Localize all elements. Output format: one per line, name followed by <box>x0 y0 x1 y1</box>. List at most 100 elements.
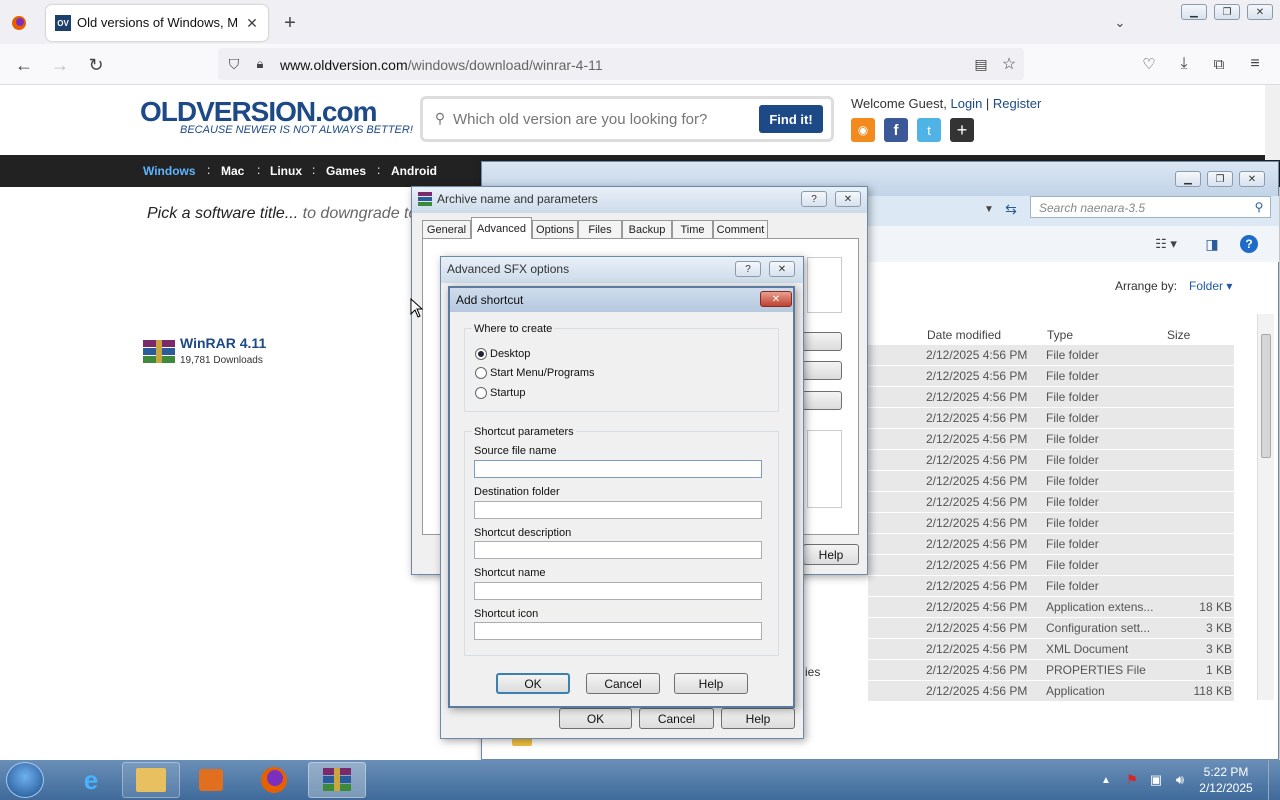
show-desktop-button[interactable] <box>1268 760 1280 800</box>
radio-desktop[interactable] <box>475 348 487 360</box>
new-tab-icon[interactable]: + <box>278 11 302 35</box>
file-row[interactable]: 2/12/2025 4:56 PM File folder <box>868 450 1234 470</box>
sfx-close-icon[interactable]: ✕ <box>769 261 795 277</box>
back-icon[interactable]: ← <box>12 53 36 77</box>
radio-desktop-label[interactable]: Desktop <box>490 348 530 360</box>
file-row[interactable]: 2/12/2025 4:56 PM Application extens... 18… <box>868 597 1234 617</box>
file-row[interactable]: 2/12/2025 4:56 PM File folder <box>868 408 1234 428</box>
sfx-help-icon[interactable]: ? <box>735 261 761 277</box>
file-row[interactable]: 2/12/2025 4:56 PM File folder <box>868 366 1234 386</box>
nav-windows[interactable]: Windows <box>143 164 196 178</box>
sfx-help-button[interactable]: Help <box>721 708 795 729</box>
close-window-icon[interactable]: ✕ <box>1247 4 1273 20</box>
file-row[interactable]: 2/12/2025 4:56 PM File folder <box>868 576 1234 596</box>
archive-button-3[interactable] <box>802 391 842 410</box>
shortcut-name-input[interactable] <box>474 582 762 600</box>
volume-icon[interactable]: 🔊︎ <box>1170 771 1190 789</box>
shortcut-help-button[interactable]: Help <box>674 673 748 694</box>
tab-time[interactable]: Time <box>672 220 713 239</box>
radio-start-menu-label[interactable]: Start Menu/Programs <box>490 367 595 379</box>
login-link[interactable]: Login <box>950 96 982 111</box>
archive-help-button[interactable]: Help <box>803 544 859 565</box>
clock[interactable]: 5:22 PM 2/12/2025 <box>1196 765 1256 795</box>
file-row[interactable]: 2/12/2025 4:56 PM File folder <box>868 555 1234 575</box>
show-hidden-icons-icon[interactable]: ▲ <box>1098 772 1114 788</box>
file-row[interactable]: 2/12/2025 4:56 PM PROPERTIES File 1 KB <box>868 660 1234 680</box>
sfx-ok-button[interactable]: OK <box>559 708 632 729</box>
shortcut-cancel-button[interactable]: Cancel <box>586 673 660 694</box>
close-tab-icon[interactable]: ✕ <box>242 13 262 33</box>
app-title-link[interactable]: WinRAR 4.11 <box>180 335 266 351</box>
register-link[interactable]: Register <box>993 96 1041 111</box>
radio-startup[interactable] <box>475 387 487 399</box>
sfx-cancel-button[interactable]: Cancel <box>639 708 714 729</box>
refresh-icon[interactable]: ⇆ <box>1000 198 1022 220</box>
reader-view-icon[interactable]: ▤ <box>970 54 992 74</box>
pocket-icon[interactable]: ♡ <box>1138 53 1160 75</box>
file-row[interactable]: 2/12/2025 4:56 PM File folder <box>868 429 1234 449</box>
tab-general[interactable]: General <box>422 220 471 239</box>
help-icon[interactable]: ? <box>1240 235 1258 253</box>
firefox-menu-icon[interactable] <box>8 12 30 34</box>
file-row[interactable]: 2/12/2025 4:56 PM XML Document 3 KB <box>868 639 1234 659</box>
archive-help-icon[interactable]: ? <box>801 191 827 207</box>
plus-share-icon[interactable]: + <box>950 118 974 142</box>
file-row[interactable]: 2/12/2025 4:56 PM File folder <box>868 471 1234 491</box>
hamburger-menu-icon[interactable]: ≡ <box>1244 53 1266 75</box>
file-row[interactable]: 2/12/2025 4:56 PM Application 118 KB <box>868 681 1234 701</box>
explorer-maximize-icon[interactable]: ❐ <box>1207 171 1233 187</box>
explorer-search-box[interactable]: Search naenara-3.5 ⚲ <box>1030 196 1271 218</box>
explorer-search-icon[interactable]: ⚲ <box>1251 199 1267 215</box>
find-it-button[interactable]: Find it! <box>759 105 823 133</box>
address-dropdown-icon[interactable]: ▼ <box>982 200 996 218</box>
nav-mac[interactable]: Mac <box>221 164 244 178</box>
network-icon[interactable]: ▣ <box>1146 771 1166 789</box>
url-bar[interactable]: ⛉ 🔒︎ www.oldversion.com/windows/download… <box>218 48 1024 80</box>
taskbar-winrar-icon[interactable] <box>308 762 366 798</box>
column-type[interactable]: Type <box>1047 328 1073 342</box>
extensions-icon[interactable]: ⧉ <box>1208 53 1230 75</box>
shortcut-close-icon[interactable]: ✕ <box>760 291 792 307</box>
radio-start-menu[interactable] <box>475 367 487 379</box>
facebook-icon[interactable]: f <box>884 118 908 142</box>
file-row[interactable]: 2/12/2025 4:56 PM File folder <box>868 492 1234 512</box>
file-row[interactable]: 2/12/2025 4:56 PM Configuration sett... 3 … <box>868 618 1234 638</box>
shortcut-ok-button[interactable]: OK <box>496 673 570 694</box>
explorer-scrollbar[interactable] <box>1257 314 1274 700</box>
downloads-icon[interactable]: ⤓ <box>1173 53 1195 75</box>
archive-close-icon[interactable]: ✕ <box>835 191 861 207</box>
start-button-icon[interactable] <box>6 762 44 798</box>
taskbar-ie-icon[interactable]: e <box>62 762 120 798</box>
destination-folder-input[interactable] <box>474 501 762 519</box>
shortcut-description-input[interactable] <box>474 541 762 559</box>
source-file-input[interactable] <box>474 460 762 478</box>
scrollbar-thumb[interactable] <box>1261 334 1271 458</box>
shortcut-icon-input[interactable] <box>474 622 762 640</box>
explorer-minimize-icon[interactable]: ▁ <box>1175 171 1201 187</box>
archive-button-2[interactable] <box>802 361 842 380</box>
browser-tab[interactable]: OV Old versions of Windows, Mac ✕ <box>46 5 268 41</box>
restore-icon[interactable]: ❐ <box>1214 4 1240 20</box>
view-options-icon[interactable]: ☷ ▾ <box>1148 234 1184 254</box>
tab-files[interactable]: Files <box>578 220 622 239</box>
column-size[interactable]: Size <box>1167 328 1190 342</box>
winrar-app-icon[interactable] <box>142 338 176 366</box>
file-row[interactable]: 2/12/2025 4:56 PM File folder <box>868 345 1234 365</box>
tab-advanced[interactable]: Advanced <box>471 217 532 239</box>
explorer-close-icon[interactable]: ✕ <box>1239 171 1265 187</box>
preview-pane-icon[interactable]: ◨ <box>1201 234 1223 254</box>
rss-icon[interactable]: ◉ <box>851 118 875 142</box>
taskbar-explorer-icon[interactable] <box>122 762 180 798</box>
column-date-modified[interactable]: Date modified <box>927 328 1001 342</box>
tab-options[interactable]: Options <box>532 220 578 239</box>
twitter-icon[interactable]: t <box>917 118 941 142</box>
taskbar-media-player-icon[interactable] <box>182 762 240 798</box>
list-tabs-icon[interactable]: ⌄ <box>1108 11 1132 35</box>
site-search-input[interactable] <box>453 107 753 131</box>
action-center-icon[interactable]: ⚑ <box>1122 771 1142 789</box>
reload-icon[interactable]: ↻ <box>84 53 108 77</box>
lock-icon[interactable]: 🔒︎ <box>250 54 270 74</box>
file-row[interactable]: 2/12/2025 4:56 PM File folder <box>868 534 1234 554</box>
nav-linux[interactable]: Linux <box>270 164 302 178</box>
nav-games[interactable]: Games <box>326 164 366 178</box>
